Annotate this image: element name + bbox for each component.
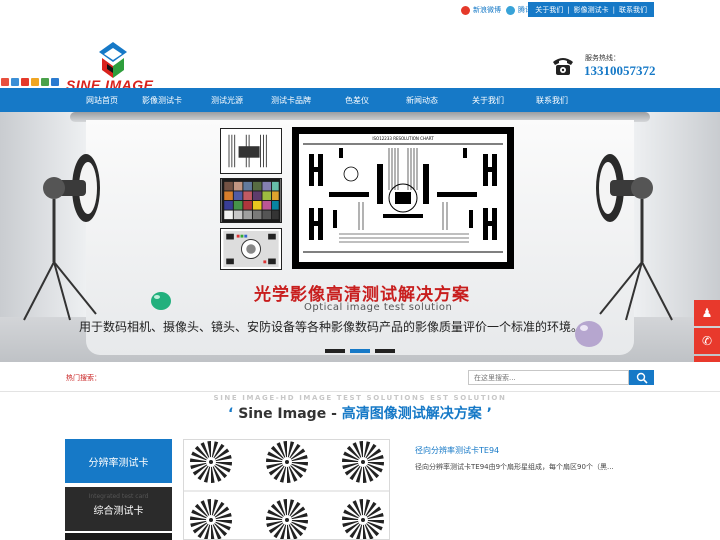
share-renren-icon[interactable] bbox=[41, 78, 49, 86]
logo-mark-icon[interactable] bbox=[96, 40, 130, 80]
sina-weibo-link[interactable]: 新浪微博 bbox=[461, 5, 501, 15]
phone-contact-button[interactable]: ✆ bbox=[694, 328, 720, 354]
category-label: 综合测试卡 bbox=[93, 505, 144, 517]
search-icon bbox=[636, 372, 648, 384]
handset-icon: ✆ bbox=[701, 334, 713, 348]
floating-contact-bar: ♟ ✆ ✉ ▲ bbox=[694, 300, 720, 362]
category-ghost-label: Integrated test card bbox=[88, 493, 149, 500]
category-resolution[interactable]: 分辨率测试卡 bbox=[65, 439, 172, 483]
search-bar: 热门搜索： bbox=[0, 362, 720, 392]
sina-weibo-label: 新浪微博 bbox=[473, 6, 501, 14]
resolution-chart: ISO12233 RESOLUTION CHART bbox=[292, 127, 514, 269]
small-test-chart-1-icon bbox=[220, 128, 282, 174]
tencent-weibo-icon bbox=[506, 5, 515, 15]
sina-weibo-icon bbox=[461, 5, 470, 15]
share-weibo-icon[interactable] bbox=[21, 78, 29, 86]
product-description: 径向分辨率测试卡TE94由9个扇形星组成，每个扇区90个（黑... bbox=[415, 463, 614, 471]
top-bar: 新浪微博 腾讯微博 关于我们 | 影像测试卡 | 联系我们 bbox=[0, 0, 720, 20]
qq-icon: ♟ bbox=[701, 306, 713, 320]
hero-banner[interactable]: ISO12233 RESOLUTION CHART 光学影像高清测试解决方案 O… bbox=[0, 112, 720, 362]
carousel-indicators bbox=[325, 349, 395, 353]
nav-contact[interactable]: 联系我们 bbox=[536, 95, 568, 106]
resolution-chart-pattern-icon: ISO12233 RESOLUTION CHART bbox=[303, 136, 503, 253]
product-image[interactable] bbox=[183, 439, 390, 540]
share-icons bbox=[1, 78, 59, 86]
nav-home[interactable]: 网站首页 bbox=[86, 95, 118, 106]
hotline-label: 服务热线： bbox=[585, 54, 620, 62]
top-link-about[interactable]: 关于我们 bbox=[533, 5, 565, 15]
quote-open: ‘ bbox=[228, 406, 234, 422]
top-link-contact[interactable]: 联系我们 bbox=[617, 5, 649, 15]
qq-contact-button[interactable]: ♟ bbox=[694, 300, 720, 326]
nav-light-source[interactable]: 测试光源 bbox=[211, 95, 243, 106]
banner-description: 用于数码相机、摄像头、镜头、安防设备等各种影像数码产品的影像质量评价一个标准的环… bbox=[79, 320, 584, 334]
section-title: ‘ Sine Image - 高清图像测试解决方案 ’ bbox=[0, 403, 720, 423]
studio-light-right-icon bbox=[596, 154, 673, 321]
main-nav: 网站首页 影像测试卡 测试光源 测试卡品牌 色差仪 新闻动态 关于我们 联系我们 bbox=[0, 88, 720, 112]
category-label: 分辨率测试卡 bbox=[88, 457, 149, 469]
green-ball-icon bbox=[151, 292, 171, 310]
search-input[interactable] bbox=[468, 370, 629, 385]
share-qzone-icon[interactable] bbox=[11, 78, 19, 86]
search-button[interactable] bbox=[629, 370, 654, 385]
carousel-dot-1[interactable] bbox=[325, 349, 345, 353]
quote-close: ’ bbox=[486, 406, 492, 422]
hotline-number: 13310057372 bbox=[584, 63, 656, 78]
hot-search-label: 热门搜索： bbox=[66, 374, 101, 382]
section-title-cn: 高清图像测试解决方案 bbox=[341, 406, 482, 422]
header: SINE IMAGE 服务热线： 13310057372 bbox=[0, 20, 720, 93]
section-title-brand: Sine Image - bbox=[238, 406, 337, 422]
section-subtitle: SINE IMAGE-HD IMAGE TEST SOLUTIONS EST S… bbox=[213, 394, 507, 402]
share-more-icon[interactable] bbox=[51, 78, 59, 86]
nav-brand[interactable]: 测试卡品牌 bbox=[271, 95, 311, 106]
product-title[interactable]: 径向分辨率测试卡TE94 bbox=[415, 445, 499, 456]
nav-colorimeter[interactable]: 色差仪 bbox=[345, 95, 369, 106]
color-checker-chart-icon bbox=[220, 178, 282, 223]
carousel-dot-3[interactable] bbox=[375, 349, 395, 353]
category-integrated[interactable]: Integrated test card 综合测试卡 bbox=[65, 487, 172, 531]
chart-header-text: ISO12233 RESOLUTION CHART bbox=[372, 136, 434, 141]
nav-about[interactable]: 关于我们 bbox=[472, 95, 504, 106]
banner-slogan-en: Optical image test solution bbox=[304, 302, 453, 313]
nav-news[interactable]: 新闻动态 bbox=[406, 95, 438, 106]
studio-light-left-icon bbox=[23, 154, 100, 321]
carousel-dot-2[interactable] bbox=[350, 349, 370, 353]
top-link-test-card[interactable]: 影像测试卡 bbox=[572, 5, 611, 15]
sector-star-chart-icon bbox=[184, 441, 389, 539]
small-test-chart-3-icon bbox=[220, 228, 282, 270]
category-third[interactable] bbox=[65, 533, 172, 540]
share-tencent-icon[interactable] bbox=[31, 78, 39, 86]
phone-icon bbox=[553, 58, 573, 75]
top-links: 关于我们 | 影像测试卡 | 联系我们 bbox=[528, 2, 654, 17]
share-add-icon[interactable] bbox=[1, 78, 9, 86]
nav-test-card[interactable]: 影像测试卡 bbox=[142, 95, 182, 106]
